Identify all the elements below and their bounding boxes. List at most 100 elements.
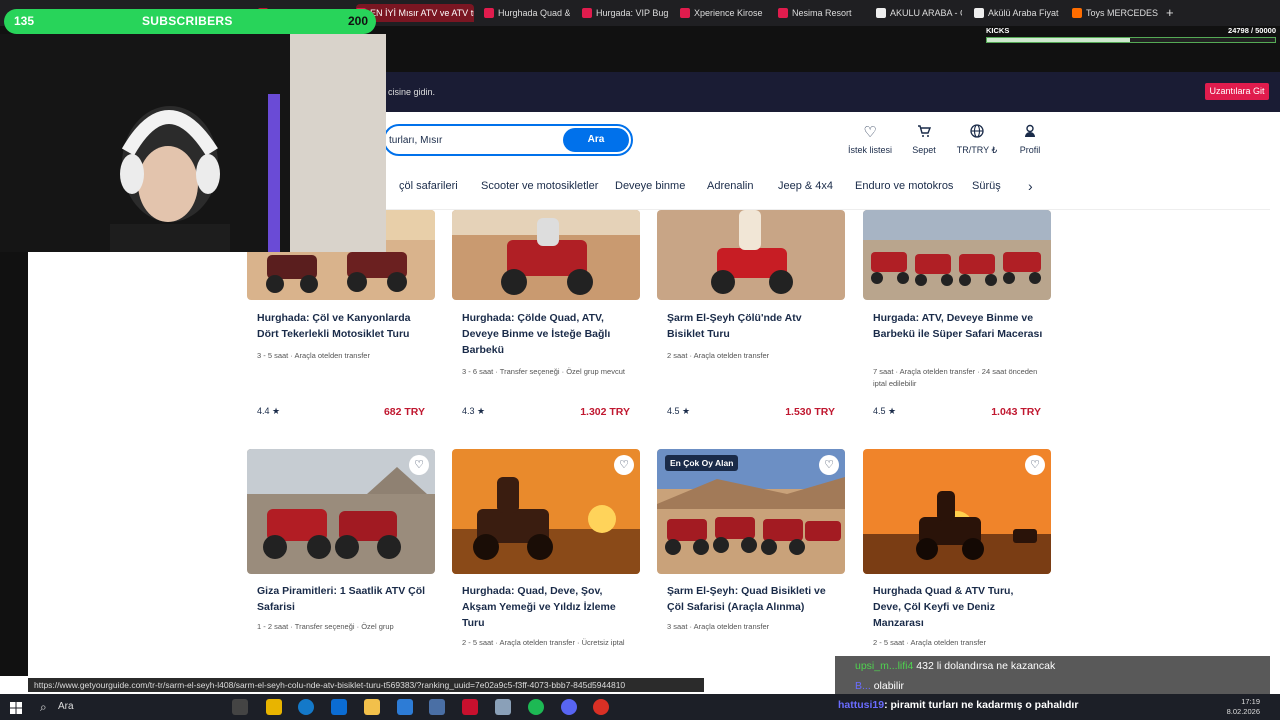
- activity-card[interactable]: ♡ Hurghada Quad & ATV Turu, Deve, Çöl Ke…: [863, 449, 1051, 676]
- category-item[interactable]: Jeep & 4x4: [778, 172, 833, 200]
- search-button[interactable]: Ara: [563, 128, 629, 152]
- search-bar[interactable]: turları, Mısır Ara: [383, 124, 633, 156]
- most-voted-badge: En Çok Oy Alan: [665, 455, 739, 471]
- activity-title[interactable]: Şarm El-Şeyh: Quad Bisikleti ve Çöl Safa…: [667, 583, 837, 615]
- discord-icon[interactable]: [561, 699, 577, 715]
- activity-meta: 7 saat · Araçla otelden transfer · 24 sa…: [873, 367, 1038, 388]
- rating-value: 4.4: [257, 406, 270, 416]
- new-tab-button[interactable]: +: [1166, 5, 1174, 20]
- profile-icon: [1005, 124, 1055, 142]
- language-label: TR/TRY ₺: [956, 145, 998, 155]
- task-view-icon[interactable]: [232, 699, 248, 715]
- activity-title[interactable]: Hurghada Quad & ATV Turu, Deve, Çöl Keyf…: [873, 583, 1043, 631]
- store-icon[interactable]: [331, 699, 347, 715]
- browser-tab[interactable]: Hurgada: VIP Bug: [582, 4, 668, 22]
- activity-price: 682 TRY: [383, 406, 425, 418]
- activity-title[interactable]: Hurgada: ATV, Deveye Binme ve Barbekü il…: [873, 310, 1043, 342]
- activity-photo: [452, 210, 640, 300]
- activity-rating: 4.4 ★: [257, 406, 280, 417]
- star-icon: ★: [272, 406, 281, 416]
- chrome-icon[interactable]: [593, 699, 609, 715]
- browser-tab[interactable]: Toys MERCEDES B: [1072, 4, 1158, 22]
- app-icon[interactable]: [266, 699, 282, 715]
- activity-photo: [863, 210, 1051, 300]
- activity-rating: 4.3 ★: [462, 406, 485, 417]
- globe-icon: [952, 124, 1002, 142]
- subscriber-goal: 200: [347, 14, 368, 28]
- activity-title[interactable]: Giza Piramitleri: 1 Saatlik ATV Çöl Safa…: [257, 583, 427, 615]
- cart-label: Sepet: [912, 145, 936, 155]
- clock-time: 17:19: [1241, 697, 1260, 706]
- chevron-right-icon[interactable]: ›: [1028, 178, 1033, 194]
- browser-tab[interactable]: Hurghada Quad &: [484, 4, 570, 22]
- activity-card[interactable]: ♡ Hurghada: Quad, Deve, Şov, Akşam Yemeğ…: [452, 449, 640, 676]
- activity-meta: 3 - 5 saat · Araçla otelden transfer: [257, 351, 370, 360]
- activity-card[interactable]: Şarm El-Şeyh Çölü'nde Atv Bisiklet Turu …: [657, 210, 845, 436]
- category-item[interactable]: Adrenalin: [707, 172, 753, 200]
- edge-icon[interactable]: [298, 699, 314, 715]
- app-icon[interactable]: [397, 699, 413, 715]
- category-item[interactable]: Enduro ve motokros: [855, 172, 953, 200]
- language-button[interactable]: TR/TRY ₺: [952, 124, 1002, 156]
- activity-photo: [657, 210, 845, 300]
- activity-price: 1.302 TRY: [580, 406, 630, 418]
- activity-meta: 2 saat · Araçla otelden transfer: [667, 351, 770, 360]
- browser-tab[interactable]: Nesima Resort: [778, 4, 864, 22]
- activity-rating: 4.5 ★: [667, 406, 690, 417]
- profile-label: Profil: [1019, 145, 1041, 155]
- folder-icon[interactable]: [364, 699, 380, 715]
- search-input[interactable]: turları, Mısır: [389, 135, 442, 146]
- activity-card[interactable]: ♡ Giza Piramitleri: 1 Saatlik ATV Çöl Sa…: [247, 449, 435, 676]
- category-item[interactable]: Scooter ve motosikletler: [481, 172, 598, 200]
- category-item[interactable]: çöl safarileri: [399, 172, 458, 200]
- activity-card[interactable]: Hurgada: ATV, Deveye Binme ve Barbekü il…: [863, 210, 1051, 436]
- kicks-goal: KICKS 24798 / 50000: [986, 26, 1280, 48]
- browser-tab[interactable]: AKULU ARABA - C: [876, 4, 962, 22]
- cart-button[interactable]: Sepet: [899, 124, 949, 155]
- activity-card[interactable]: Hurghada: Çölde Quad, ATV, Deveye Binme …: [452, 210, 640, 436]
- windows-start-icon[interactable]: [10, 701, 22, 714]
- browser-tab[interactable]: Akülü Araba Fiyat: [974, 4, 1060, 22]
- heart-icon[interactable]: ♡: [819, 455, 839, 475]
- activity-meta: 3 - 6 saat · Transfer seçeneği · Özel gr…: [462, 367, 625, 376]
- activity-photo: [247, 449, 435, 574]
- chat-message-bottom: hattusi19: piramit turları ne kadarmış o…: [838, 699, 1078, 711]
- category-item[interactable]: Sürüş: [972, 172, 1001, 200]
- heart-icon: ♡: [863, 124, 877, 141]
- clock[interactable]: 17:19 8.02.2026: [1200, 697, 1260, 717]
- go-to-extensions-button[interactable]: Uzantılara Git: [1205, 83, 1269, 100]
- chat-username: B...: [855, 680, 871, 692]
- chat-text: 432 li dolandırsa ne kazancak: [916, 660, 1056, 672]
- app-icon[interactable]: [495, 699, 511, 715]
- wishlist-button[interactable]: ♡ İstek listesi: [845, 124, 895, 155]
- heart-icon[interactable]: ♡: [614, 455, 634, 475]
- wishlist-label: İstek listesi: [847, 145, 892, 155]
- browser-tab[interactable]: Xperience Kirose: [680, 4, 766, 22]
- activity-meta: 2 - 5 saat · Araçla otelden transfer: [873, 638, 986, 647]
- spotify-icon[interactable]: [528, 699, 544, 715]
- browser-side-panel: [0, 250, 28, 676]
- kicks-progress-bar: [986, 37, 1276, 43]
- activity-title[interactable]: Hurghada: Çöl ve Kanyonlarda Dört Tekerl…: [257, 310, 427, 342]
- kicks-count: 24798 / 50000: [1228, 26, 1276, 35]
- category-item[interactable]: Deveye binme: [615, 172, 685, 200]
- profile-button[interactable]: Profil: [1005, 124, 1055, 155]
- app-icon[interactable]: [429, 699, 445, 715]
- activity-title[interactable]: Hurghada: Quad, Deve, Şov, Akşam Yemeği …: [462, 583, 632, 631]
- star-icon: ★: [888, 406, 897, 416]
- chat-message: upsi_m...lifi4 432 li dolandırsa ne kaza…: [835, 656, 1270, 676]
- chat-text: olabilir: [873, 680, 905, 692]
- subscriber-label: SUBSCRIBERS: [142, 14, 233, 28]
- clock-date: 8.02.2026: [1226, 707, 1260, 716]
- activity-card[interactable]: En Çok Oy Alan ♡ Şarm El-Şeyh: Quad Bisi…: [657, 449, 845, 676]
- windows-taskbar: ⌕ Ara 17:19 8.02.2026: [0, 694, 1280, 720]
- app-icon[interactable]: [462, 699, 478, 715]
- taskbar-search[interactable]: ⌕ Ara: [30, 694, 200, 720]
- heart-icon[interactable]: ♡: [1025, 455, 1045, 475]
- activity-meta: 1 - 2 saat · Transfer seçeneği · Özel gr…: [257, 622, 394, 631]
- activity-title[interactable]: Şarm El-Şeyh Çölü'nde Atv Bisiklet Turu: [667, 310, 837, 342]
- heart-icon[interactable]: ♡: [409, 455, 429, 475]
- activity-title[interactable]: Hurghada: Çölde Quad, ATV, Deveye Binme …: [462, 310, 632, 358]
- banner-text: cisine gidin.: [388, 87, 436, 97]
- activity-price: 1.530 TRY: [785, 406, 835, 418]
